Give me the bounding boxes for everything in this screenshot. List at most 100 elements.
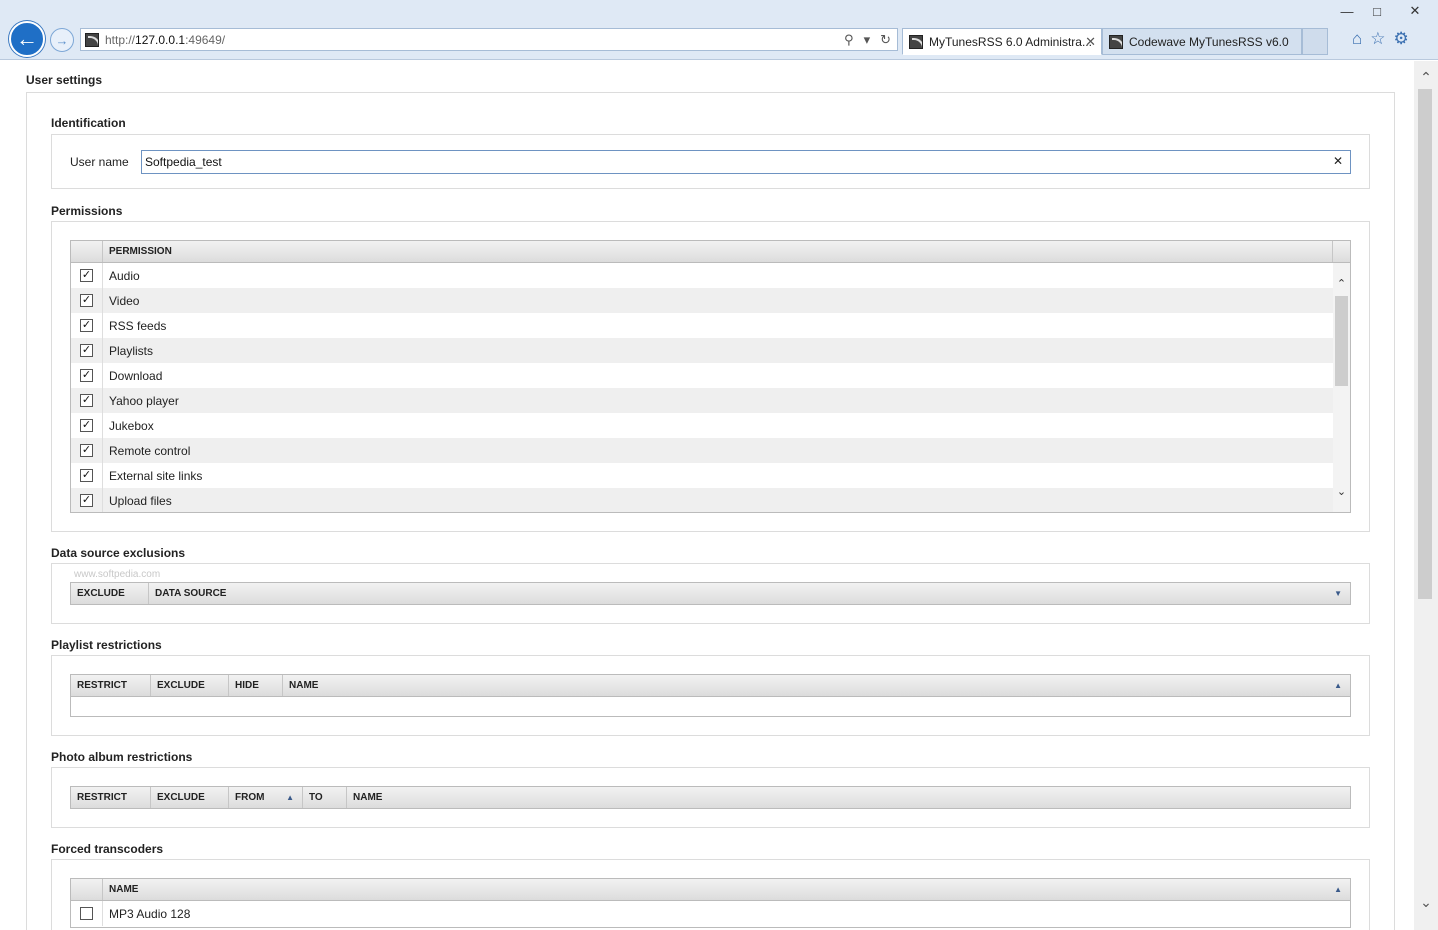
section-title-identification: Identification bbox=[51, 116, 126, 130]
chevron-down-icon[interactable]: ⌄ bbox=[1414, 890, 1438, 914]
column-header-restrict[interactable]: RESTRICT bbox=[71, 787, 151, 808]
permission-checkbox[interactable]: ✓ bbox=[80, 294, 93, 307]
tab-title: Codewave MyTunesRSS v6.0 bbox=[1129, 34, 1289, 49]
page-title: User settings bbox=[26, 73, 103, 87]
sort-asc-icon[interactable]: ▲ bbox=[1334, 681, 1342, 690]
checkmark-icon: ✓ bbox=[81, 319, 92, 331]
transcoder-checkbox[interactable] bbox=[80, 907, 93, 920]
permissions-grid: PERMISSION ✓ Audio ✓ Video ✓ RSS feeds ✓ Playli… bbox=[70, 240, 1351, 513]
sort-desc-icon[interactable]: ▼ bbox=[1334, 589, 1342, 598]
column-header-hide[interactable]: HIDE bbox=[229, 675, 283, 696]
sort-asc-icon[interactable]: ▲ bbox=[1334, 885, 1342, 894]
column-header-name[interactable]: NAME bbox=[347, 787, 1350, 808]
forward-button[interactable]: → bbox=[50, 28, 74, 52]
permission-checkbox[interactable]: ✓ bbox=[80, 344, 93, 357]
permission-checkbox[interactable]: ✓ bbox=[80, 319, 93, 332]
table-row[interactable]: ✓ Yahoo player bbox=[71, 388, 1333, 413]
data-source-grid: EXCLUDE DATA SOURCE ▼ bbox=[70, 582, 1351, 605]
table-row[interactable]: ✓ Audio bbox=[71, 263, 1333, 288]
username-label: User name bbox=[70, 155, 129, 169]
table-row[interactable]: ✓ RSS feeds bbox=[71, 313, 1333, 338]
column-header-name[interactable]: NAME ▲ bbox=[283, 675, 1350, 696]
checkmark-icon: ✓ bbox=[81, 494, 92, 506]
browser-chrome: — □ ✕ ← → http://127.0.0.1:49649/ ⚲ ▾ ↻ … bbox=[0, 0, 1438, 60]
chevron-down-icon[interactable]: ⌄ bbox=[1333, 483, 1350, 500]
column-header-name[interactable]: NAME ▲ bbox=[103, 879, 1350, 900]
grid-header: RESTRICT EXCLUDE FROM ▲ TO NAME bbox=[71, 787, 1350, 808]
checkmark-icon: ✓ bbox=[81, 269, 92, 281]
chevron-up-icon[interactable]: ⌃ bbox=[1333, 275, 1350, 292]
search-icon[interactable]: ⚲ bbox=[844, 32, 854, 48]
column-header-permission[interactable]: PERMISSION bbox=[103, 241, 1333, 262]
permission-label: Remote control bbox=[109, 443, 191, 458]
table-row[interactable]: MP3 Audio 128 bbox=[71, 901, 1350, 926]
permissions-scrollbar[interactable]: ⌃ ⌄ bbox=[1333, 263, 1350, 512]
checkmark-icon: ✓ bbox=[81, 344, 92, 356]
permission-checkbox[interactable]: ✓ bbox=[80, 394, 93, 407]
permission-label: Video bbox=[109, 293, 140, 308]
permission-label: Playlists bbox=[109, 343, 154, 358]
address-bar[interactable]: http://127.0.0.1:49649/ ⚲ ▾ ↻ bbox=[80, 28, 898, 51]
table-row[interactable]: ✓ Upload files bbox=[71, 488, 1333, 512]
tab-codewave[interactable]: Codewave MyTunesRSS v6.0 bbox=[1102, 28, 1302, 55]
photo-album-grid: RESTRICT EXCLUDE FROM ▲ TO NAME bbox=[70, 786, 1351, 809]
refresh-icon[interactable]: ↻ bbox=[880, 32, 891, 48]
back-button[interactable]: ← bbox=[9, 21, 45, 57]
column-header-restrict[interactable]: RESTRICT bbox=[71, 675, 151, 696]
maximize-icon[interactable]: □ bbox=[1362, 0, 1392, 22]
table-row[interactable]: ✓ External site links bbox=[71, 463, 1333, 488]
column-header-exclude[interactable]: EXCLUDE bbox=[71, 583, 149, 604]
permission-rows: ✓ Audio ✓ Video ✓ RSS feeds ✓ Playlists ✓ Downloa… bbox=[71, 263, 1333, 512]
table-row[interactable]: ✓ Playlists bbox=[71, 338, 1333, 363]
sort-asc-icon[interactable]: ▲ bbox=[286, 793, 294, 802]
column-header-exclude[interactable]: EXCLUDE bbox=[151, 787, 229, 808]
chevron-down-icon[interactable]: ▾ bbox=[864, 32, 871, 48]
permission-checkbox[interactable]: ✓ bbox=[80, 494, 93, 507]
watermark: www.softpedia.com bbox=[74, 569, 161, 580]
permission-checkbox[interactable]: ✓ bbox=[80, 369, 93, 382]
scroll-thumb[interactable] bbox=[1335, 296, 1348, 386]
checkmark-icon: ✓ bbox=[81, 419, 92, 431]
tab-admin[interactable]: MyTunesRSS 6.0 Administra... ✕ bbox=[902, 28, 1102, 55]
column-header-from[interactable]: FROM ▲ bbox=[229, 787, 303, 808]
scroll-thumb[interactable] bbox=[1418, 89, 1432, 599]
permission-label: Audio bbox=[109, 268, 140, 283]
address-url[interactable]: http://127.0.0.1:49649/ bbox=[105, 33, 844, 47]
column-header-data-source[interactable]: DATA SOURCE ▼ bbox=[149, 583, 1350, 604]
column-header-to[interactable]: TO bbox=[303, 787, 347, 808]
section-title-photo-album-restrictions: Photo album restrictions bbox=[51, 750, 193, 764]
rss-favicon-icon bbox=[909, 34, 923, 49]
section-title-forced-transcoders: Forced transcoders bbox=[51, 842, 164, 856]
grid-header: RESTRICT EXCLUDE HIDE NAME ▲ bbox=[71, 675, 1350, 697]
table-row[interactable]: ✓ Video bbox=[71, 288, 1333, 313]
table-row[interactable]: ✓ Download bbox=[71, 363, 1333, 388]
permission-checkbox[interactable]: ✓ bbox=[80, 419, 93, 432]
permission-checkbox[interactable]: ✓ bbox=[80, 469, 93, 482]
section-title-playlist-restrictions: Playlist restrictions bbox=[51, 638, 162, 652]
new-tab-button[interactable] bbox=[1302, 28, 1328, 55]
table-row[interactable]: ✓ Remote control bbox=[71, 438, 1333, 463]
username-input[interactable] bbox=[141, 150, 1351, 174]
close-tab-icon[interactable]: ✕ bbox=[1085, 34, 1096, 50]
favorites-star-icon[interactable]: ☆ bbox=[1370, 29, 1385, 49]
permission-checkbox[interactable]: ✓ bbox=[80, 269, 93, 282]
permission-label: External site links bbox=[109, 468, 203, 483]
settings-gear-icon[interactable]: ⚙ bbox=[1394, 29, 1409, 49]
table-row[interactable]: ✓ Jukebox bbox=[71, 413, 1333, 438]
window-controls: — □ ✕ bbox=[1332, 0, 1438, 24]
checkbox-column-header bbox=[71, 879, 103, 900]
permission-checkbox[interactable]: ✓ bbox=[80, 444, 93, 457]
arrow-left-icon: ← bbox=[16, 26, 38, 51]
close-window-icon[interactable]: ✕ bbox=[1392, 0, 1438, 22]
minimize-icon[interactable]: — bbox=[1332, 0, 1362, 22]
transcoders-grid: NAME ▲ MP3 Audio 128 bbox=[70, 878, 1351, 928]
column-header-exclude[interactable]: EXCLUDE bbox=[151, 675, 229, 696]
grid-header: PERMISSION bbox=[71, 241, 1350, 263]
home-icon[interactable]: ⌂ bbox=[1352, 29, 1362, 49]
clear-input-icon[interactable]: ✕ bbox=[1333, 154, 1343, 168]
chevron-up-icon[interactable]: ⌃ bbox=[1414, 65, 1438, 89]
arrow-right-icon: → bbox=[55, 32, 69, 48]
page-scrollbar[interactable]: ⌃ ⌄ bbox=[1414, 61, 1438, 930]
playlist-grid: RESTRICT EXCLUDE HIDE NAME ▲ bbox=[70, 674, 1351, 717]
permission-label: Yahoo player bbox=[109, 393, 179, 408]
